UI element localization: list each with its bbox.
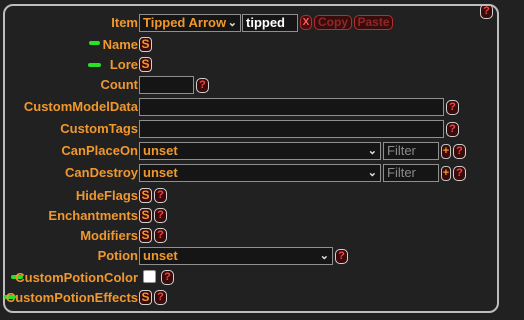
potion-value: unset: [143, 248, 178, 263]
can-place-on-help-icon[interactable]: ?: [453, 144, 466, 159]
count-label: Count: [100, 77, 138, 92]
can-place-on-select[interactable]: unset ⌄: [139, 142, 381, 160]
custom-model-data-label: CustomModelData: [23, 99, 138, 114]
item-label: Item: [111, 15, 138, 30]
custom-model-data-help-icon[interactable]: ?: [446, 100, 459, 115]
custom-tags-label: CustomTags: [60, 121, 138, 136]
can-destroy-add-icon[interactable]: +: [441, 166, 451, 181]
enchantments-help-icon[interactable]: ?: [154, 208, 167, 223]
lore-label: Lore: [109, 57, 138, 72]
hide-flags-format-icon[interactable]: S: [139, 188, 152, 203]
modifiers-help-icon[interactable]: ?: [154, 228, 167, 243]
name-format-icon[interactable]: S: [139, 37, 152, 52]
paste-button[interactable]: Paste: [354, 15, 393, 30]
custom-tags-input[interactable]: [139, 120, 444, 138]
can-destroy-value: unset: [143, 165, 178, 180]
potion-label: Potion: [97, 248, 138, 263]
potion-help-icon[interactable]: ?: [335, 249, 348, 264]
can-destroy-filter-input[interactable]: Filter: [383, 164, 439, 182]
count-help-icon[interactable]: ?: [196, 78, 209, 93]
chevron-down-icon: ⌄: [227, 17, 237, 29]
can-place-on-value: unset: [143, 143, 178, 158]
custom-potion-effects-label: CustomPotionEffects: [5, 290, 138, 305]
can-destroy-select[interactable]: unset ⌄: [139, 164, 381, 182]
item-type-value: Tipped Arrow: [143, 15, 227, 30]
chevron-down-icon: ⌄: [367, 145, 377, 157]
enchantments-format-icon[interactable]: S: [139, 208, 152, 223]
custom-potion-color-help-icon[interactable]: ?: [161, 270, 174, 285]
custom-potion-color-checkbox[interactable]: [143, 270, 156, 283]
can-place-on-label: CanPlaceOn: [61, 143, 138, 158]
highlight-mark: [88, 63, 101, 67]
custom-potion-effects-format-icon[interactable]: S: [139, 290, 152, 305]
item-id-input[interactable]: tipped: [242, 14, 298, 32]
can-place-on-filter-input[interactable]: Filter: [383, 142, 439, 160]
chevron-down-icon: ⌄: [319, 250, 329, 262]
clear-item-icon[interactable]: X: [300, 15, 312, 30]
item-type-select[interactable]: Tipped Arrow ⌄: [139, 14, 241, 32]
highlight-mark: [89, 41, 100, 45]
chevron-down-icon: ⌄: [367, 167, 377, 179]
hide-flags-help-icon[interactable]: ?: [154, 188, 167, 203]
enchantments-label: Enchantments: [48, 208, 138, 223]
modifiers-label: Modifiers: [80, 228, 138, 243]
can-destroy-label: CanDestroy: [65, 165, 138, 180]
name-label: Name: [102, 37, 138, 52]
custom-model-data-input[interactable]: [139, 98, 444, 116]
custom-potion-color-label: CustomPotionColor: [15, 270, 138, 285]
potion-select[interactable]: unset ⌄: [139, 247, 333, 265]
hide-flags-label: HideFlags: [75, 188, 138, 203]
can-place-on-add-icon[interactable]: +: [441, 144, 451, 159]
custom-tags-help-icon[interactable]: ?: [446, 122, 459, 137]
custom-potion-effects-help-icon[interactable]: ?: [154, 290, 167, 305]
copy-button[interactable]: Copy: [314, 15, 352, 30]
lore-format-icon[interactable]: S: [139, 57, 152, 72]
can-destroy-help-icon[interactable]: ?: [453, 166, 466, 181]
modifiers-format-icon[interactable]: S: [139, 228, 152, 243]
count-input[interactable]: [139, 76, 194, 94]
